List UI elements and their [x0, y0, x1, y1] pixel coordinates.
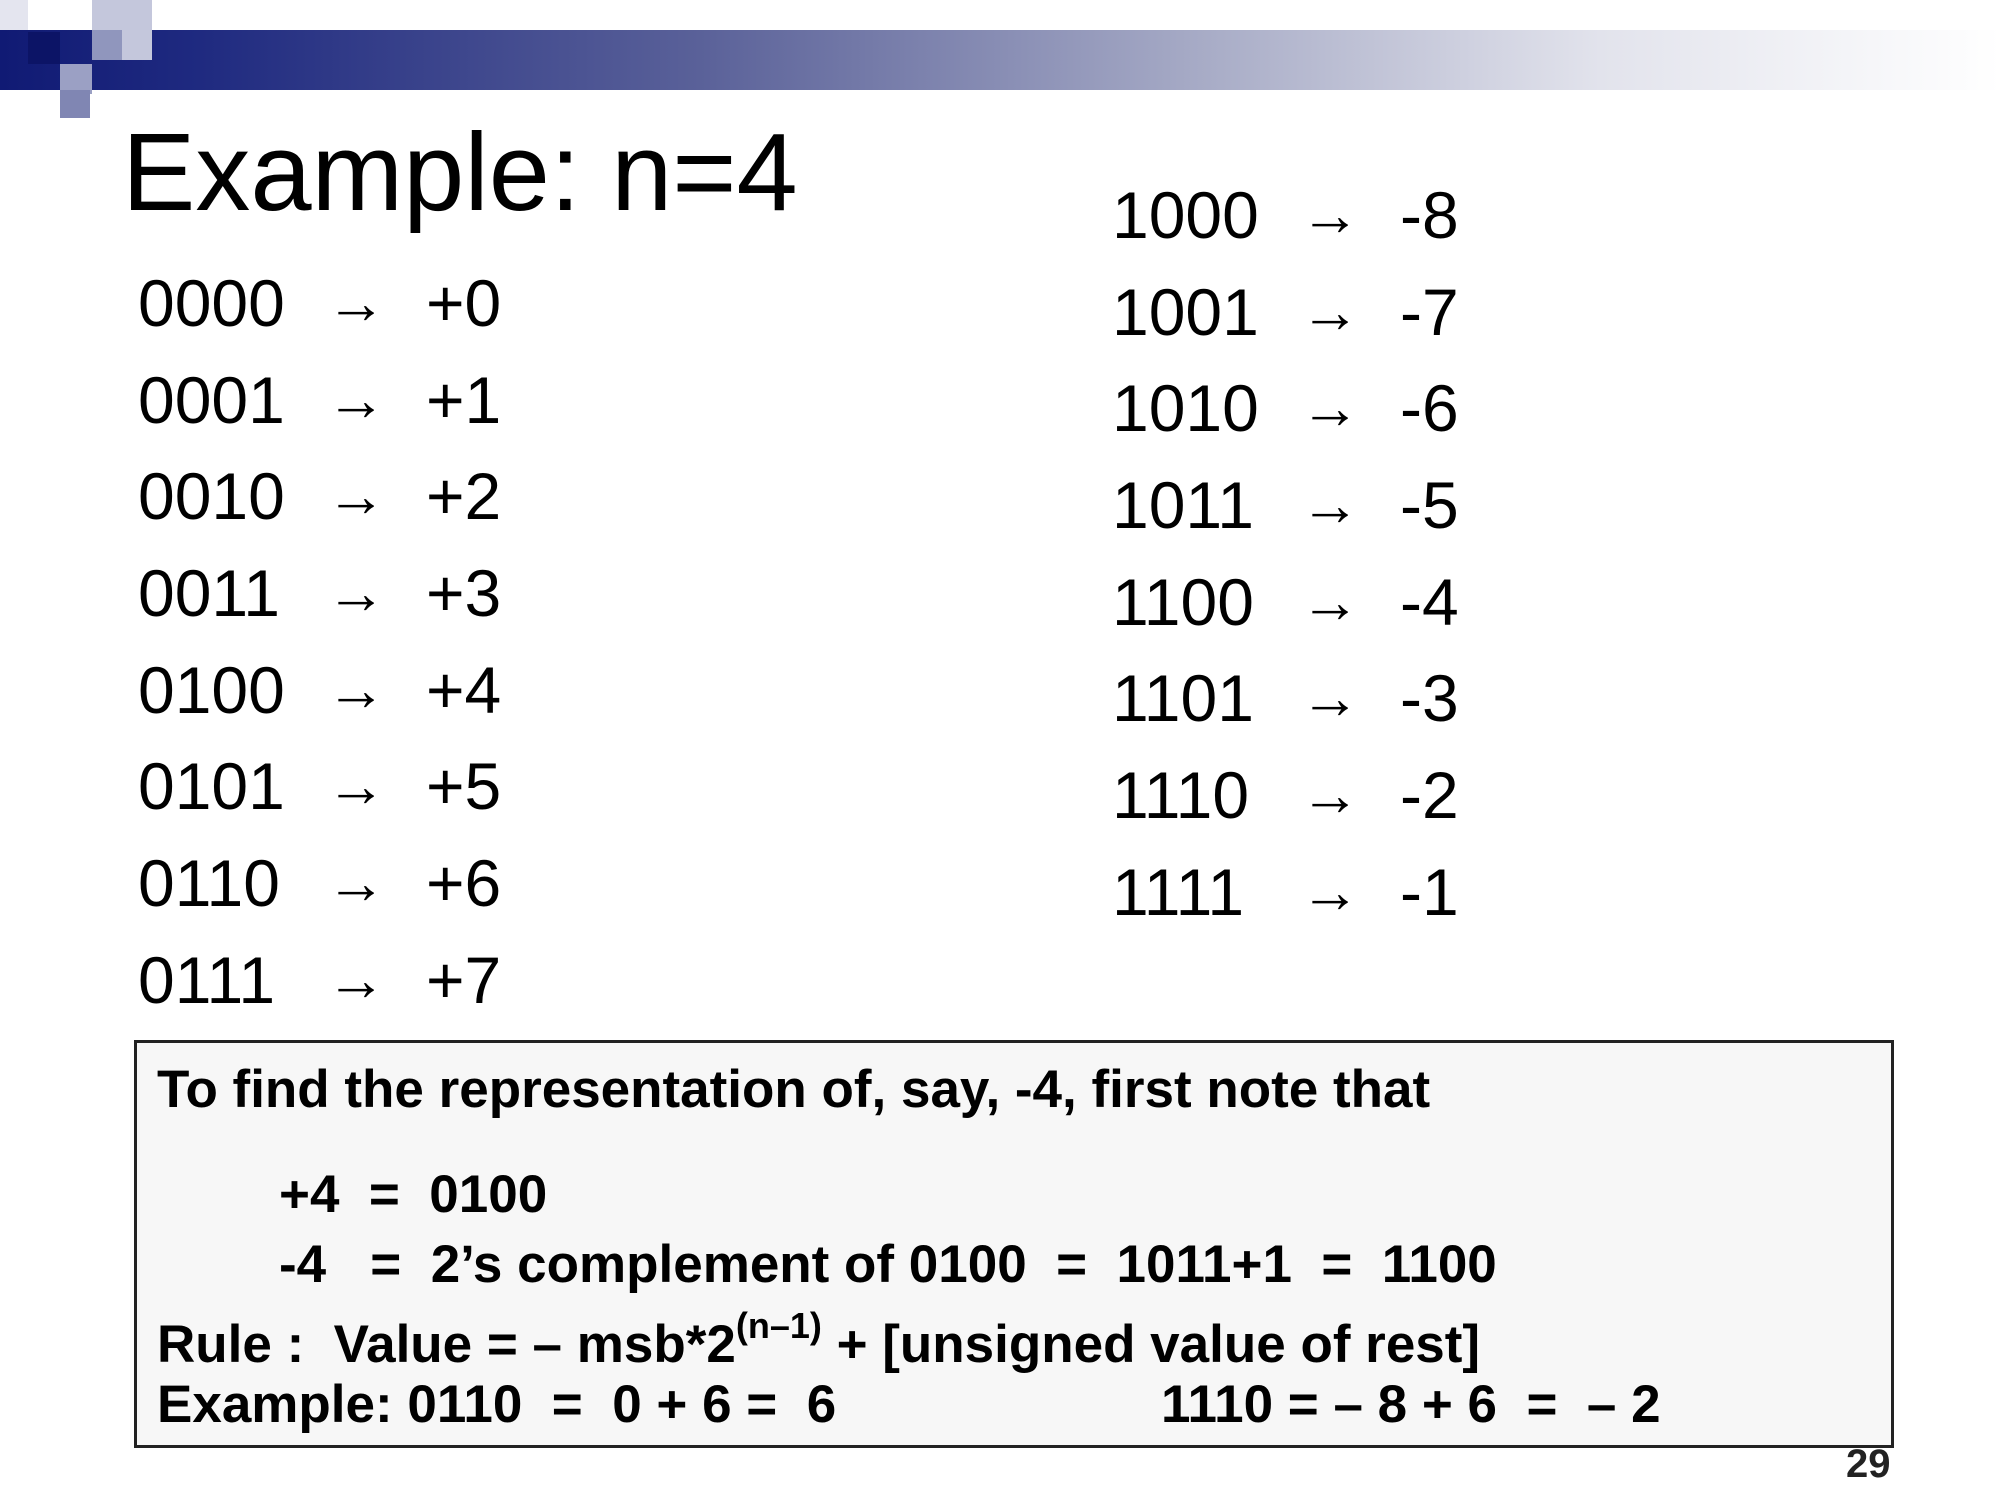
- bit-pattern: 0100: [138, 652, 285, 727]
- decimal-value: -1: [1400, 854, 1459, 929]
- mapping-row: 0010 → +2: [138, 463, 501, 560]
- right-arrow-icon: →: [326, 849, 386, 917]
- explanation-box: To find the representation of, say, -4, …: [134, 1040, 1894, 1448]
- mapping-row: 0100 → +4: [138, 652, 502, 754]
- mapping-row: 1101 → -3: [1112, 665, 1459, 762]
- decimal-value: -5: [1400, 468, 1459, 543]
- right-arrow-icon: →: [326, 269, 386, 336]
- bit-pattern: 0101: [138, 749, 285, 824]
- rule-suffix: + [unsigned value of rest]: [821, 1315, 1481, 1374]
- decorative-square: [60, 90, 90, 118]
- decimal-value: +1: [426, 362, 502, 437]
- mapping-row: 1110 → -2: [1112, 762, 1459, 859]
- bit-pattern: 1011: [1112, 468, 1254, 543]
- right-arrow-icon: →: [1300, 374, 1360, 442]
- mapping-row: 0011 → +3: [138, 560, 501, 657]
- right-arrow-icon: →: [326, 752, 386, 820]
- right-arrow-icon: →: [1300, 664, 1360, 732]
- mapping-row: 1100 → -4: [1112, 564, 1459, 666]
- bit-pattern: 1010: [1112, 371, 1259, 446]
- bit-pattern: 1101: [1112, 661, 1254, 736]
- right-arrow-icon: →: [1300, 567, 1360, 635]
- note-negative-example: -4 = 2’s complement of 0100 = 1011+1 = 1…: [279, 1235, 1497, 1294]
- right-arrow-icon: →: [326, 462, 386, 530]
- decimal-value: +7: [426, 942, 502, 1017]
- bit-pattern: 0110: [138, 846, 280, 921]
- right-arrow-icon: →: [326, 559, 386, 627]
- bit-pattern: 0111: [138, 942, 276, 1017]
- note-positive-example: +4 = 0100: [279, 1165, 548, 1224]
- bit-pattern: 1100: [1112, 564, 1254, 639]
- decimal-value: -3: [1400, 661, 1459, 736]
- right-arrow-icon: →: [1300, 761, 1360, 829]
- decimal-value: +2: [426, 459, 502, 534]
- note-example-right: 1110 = – 8 + 6 = – 2: [1161, 1375, 1661, 1434]
- rule-exponent: (n–1): [735, 1305, 822, 1346]
- right-arrow-icon: →: [1300, 857, 1360, 925]
- bit-pattern: 0001: [138, 362, 285, 437]
- slide-title: Example: n=4: [122, 111, 798, 234]
- right-arrow-icon: →: [1300, 181, 1360, 248]
- page-number: 29: [1846, 1442, 1891, 1486]
- right-arrow-icon: →: [326, 945, 386, 1013]
- mapping-row: 0101 → +5: [138, 753, 501, 850]
- decimal-value: +6: [426, 846, 502, 921]
- mapping-row: 1000 → -8: [1112, 182, 1459, 279]
- mapping-row: 0111 → +7: [138, 942, 502, 1044]
- mapping-row: 0001 → +1: [138, 362, 502, 464]
- mapping-column-positive: 0000 → +0 0001 → +1 0010 → +2 0011 → +3 0100 → +4 …: [138, 270, 501, 1044]
- decimal-value: -7: [1400, 274, 1459, 349]
- decimal-value: -2: [1400, 758, 1459, 833]
- decimal-value: -8: [1400, 178, 1459, 252]
- bit-pattern: 0011: [138, 556, 280, 631]
- decimal-value: -4: [1400, 564, 1459, 639]
- right-arrow-icon: →: [1300, 277, 1360, 345]
- mapping-row: 1001 → -7: [1112, 274, 1459, 376]
- note-rule: Rule : Value = – msb*2(n–1) + [unsigned …: [157, 1305, 1481, 1374]
- decimal-value: -6: [1400, 371, 1459, 446]
- mapping-row: 1011 → -5: [1112, 472, 1459, 569]
- decimal-value: +5: [426, 749, 502, 824]
- bit-pattern: 0000: [138, 266, 285, 340]
- decorative-square: [92, 30, 122, 60]
- decimal-value: +3: [426, 556, 502, 631]
- note-intro: To find the representation of, say, -4, …: [157, 1060, 1431, 1119]
- bit-pattern: 1001: [1112, 274, 1259, 349]
- bit-pattern: 0010: [138, 459, 285, 534]
- right-arrow-icon: →: [326, 365, 386, 433]
- bit-pattern: 1110: [1112, 758, 1250, 833]
- mapping-column-negative: 1000 → -8 1001 → -7 1010 → -6 1011 → -5 1100 → -4 …: [1112, 182, 1459, 956]
- decorative-square: [0, 0, 28, 30]
- note-example-left: Example: 0110 = 0 + 6 = 6: [157, 1375, 837, 1434]
- bit-pattern: 1111: [1112, 854, 1245, 929]
- mapping-row: 0000 → +0: [138, 270, 501, 367]
- decorative-square: [28, 32, 60, 64]
- header-gradient-band: [0, 30, 2000, 90]
- rule-prefix: Rule : Value = – msb*2: [157, 1315, 736, 1374]
- right-arrow-icon: →: [326, 655, 386, 723]
- mapping-row: 1111 → -1: [1112, 854, 1459, 956]
- right-arrow-icon: →: [1300, 471, 1360, 539]
- decimal-value: +0: [426, 266, 502, 340]
- mapping-row: 1010 → -6: [1112, 375, 1459, 472]
- bit-pattern: 1000: [1112, 178, 1259, 252]
- decimal-value: +4: [426, 652, 502, 727]
- mapping-row: 0110 → +6: [138, 850, 501, 947]
